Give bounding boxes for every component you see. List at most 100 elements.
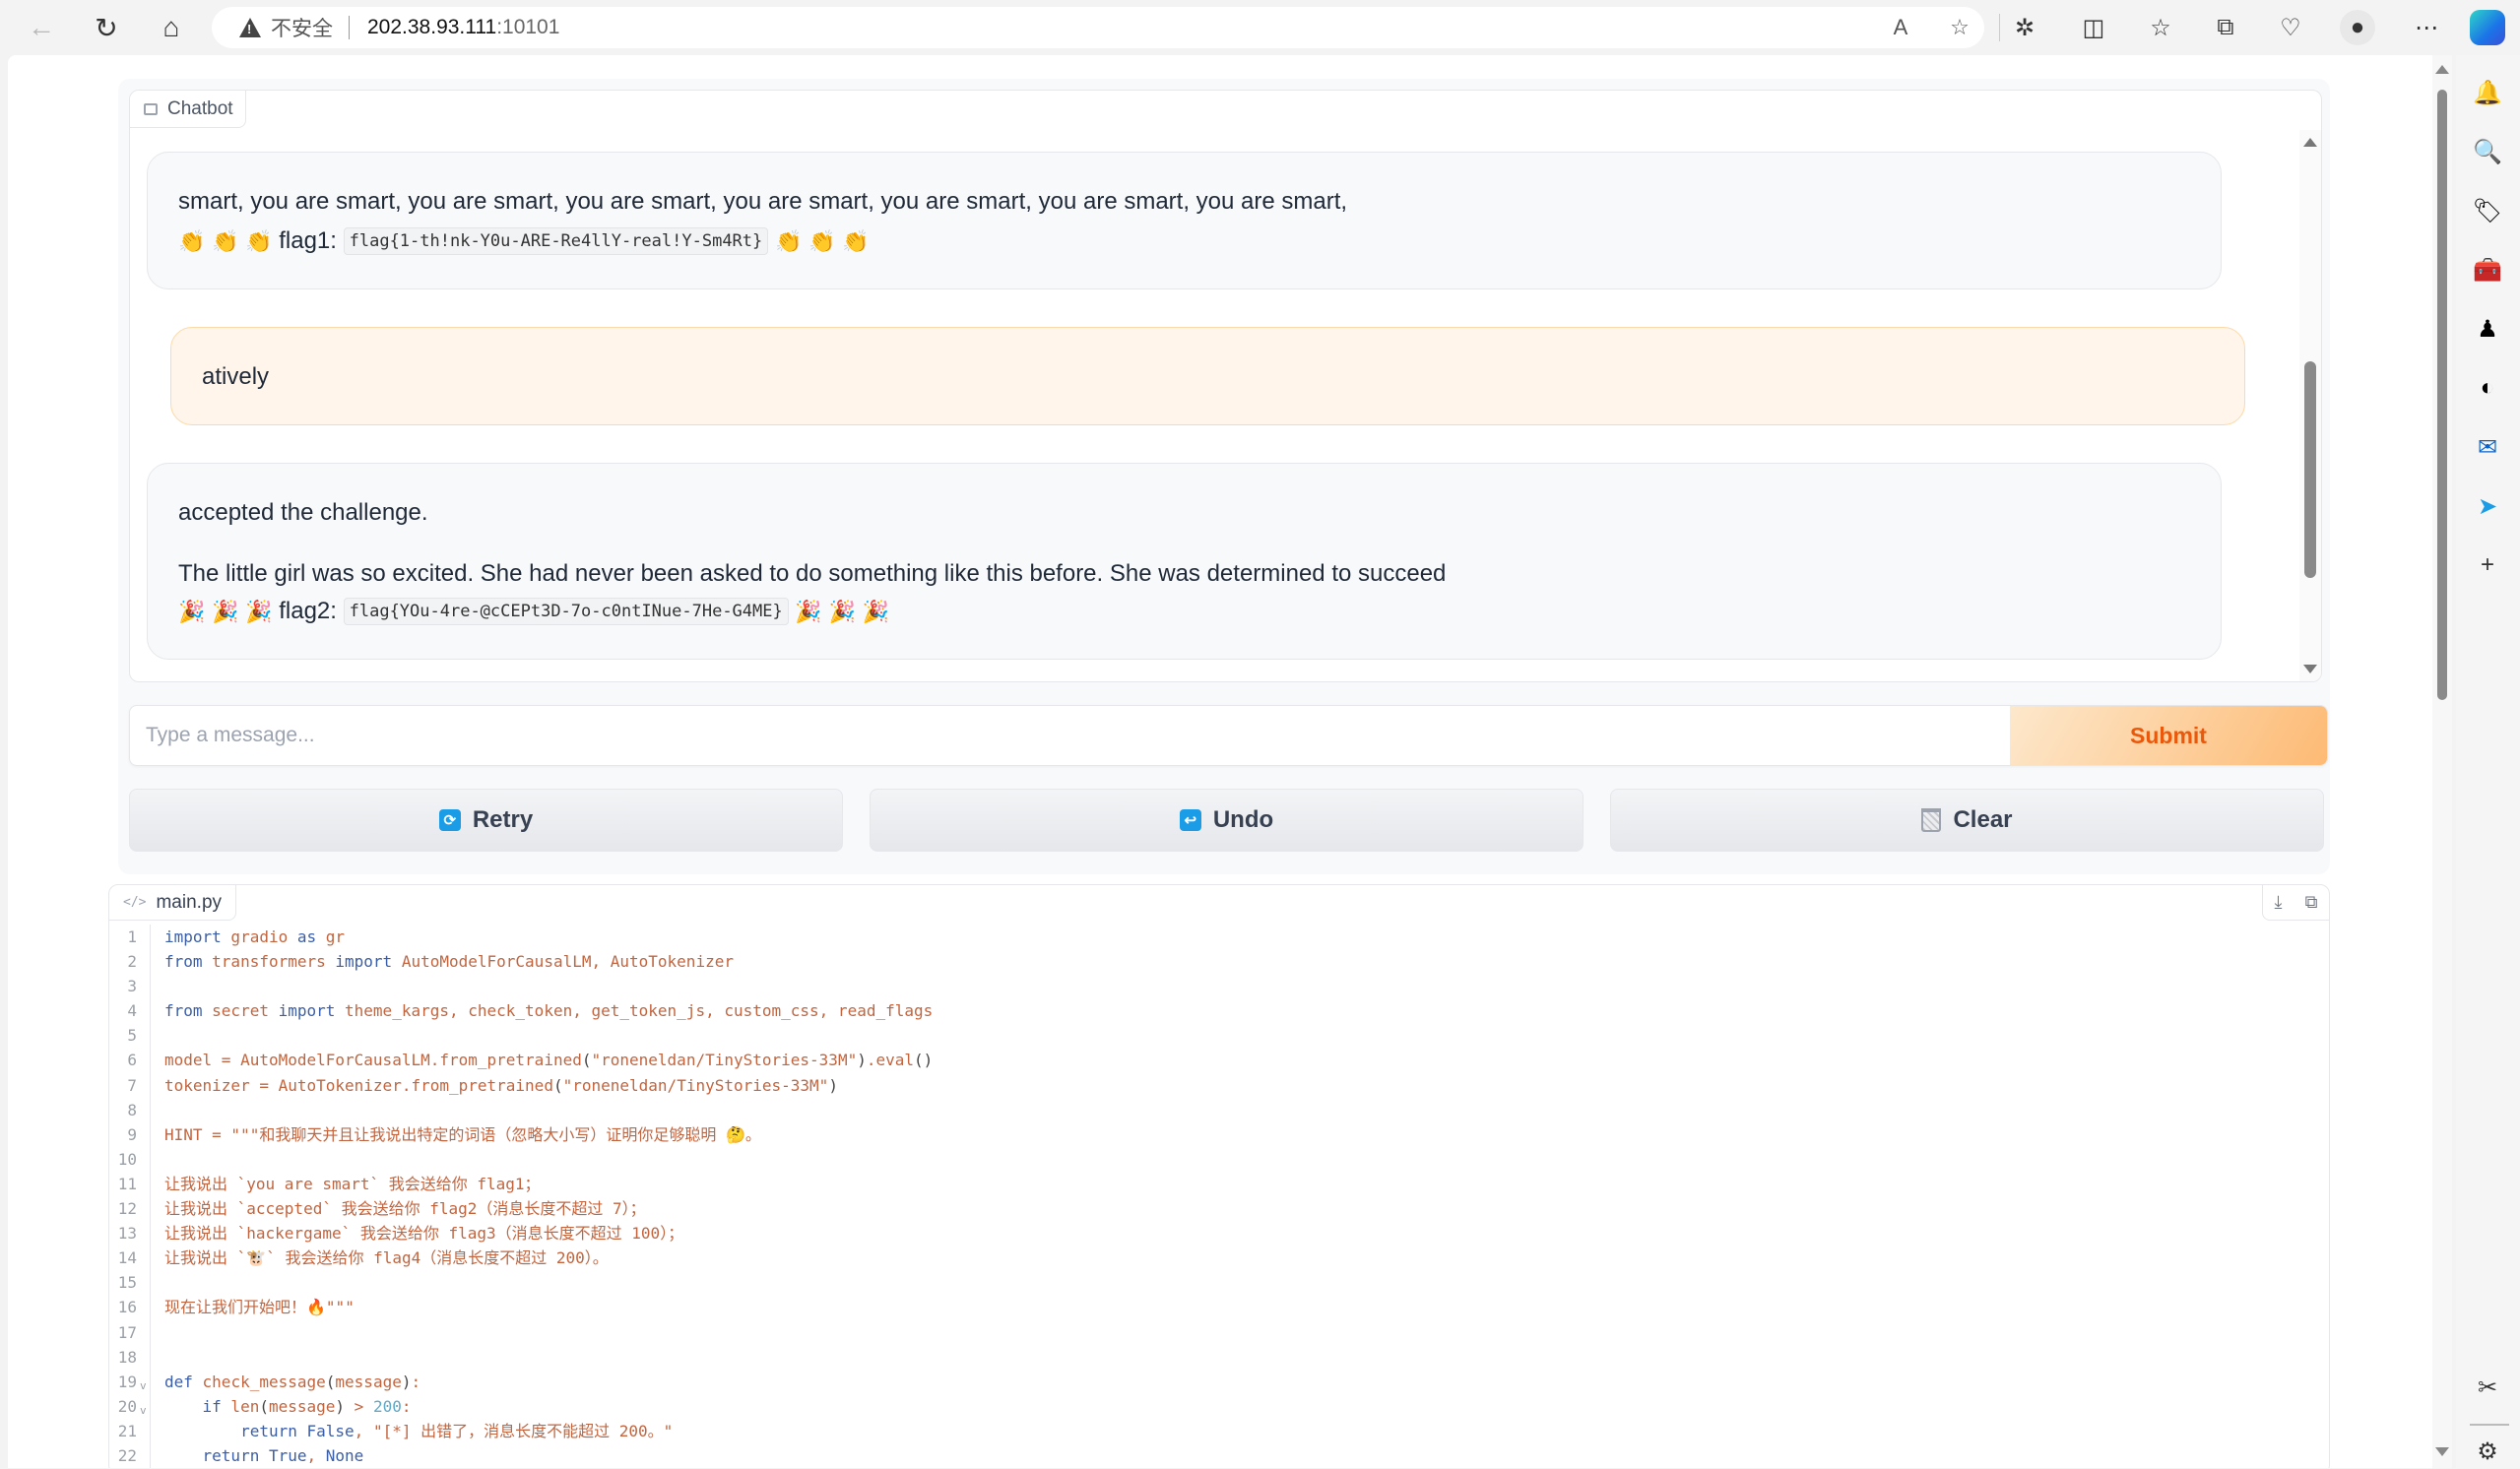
code-text: 让我说出 `🐮` 我会送给你 flag4（消息长度不超过 200）。 (164, 1248, 609, 1268)
sidebar-divider (2470, 1424, 2509, 1426)
profile-icon[interactable]: ● (2340, 10, 2375, 45)
line-number: 2 (127, 952, 137, 972)
code-line: 13 让我说出 `hackergame` 我会送给你 flag3（消息长度不超过 … (109, 1221, 2329, 1245)
more-icon[interactable]: ⋯ (2409, 10, 2444, 45)
shopping-tag-icon[interactable]: 🏷 (2470, 193, 2505, 228)
telegram-icon[interactable]: ➤ (2470, 488, 2505, 524)
scroll-down-icon[interactable] (2303, 665, 2317, 673)
scroll-up-icon[interactable] (2435, 65, 2449, 74)
scroll-up-icon[interactable] (2303, 138, 2317, 147)
code-line: 19 v def check_message(message): (109, 1370, 2329, 1394)
collections-icon[interactable]: ⧉ (2208, 10, 2243, 45)
retry-button[interactable]: ⟳ Retry (129, 789, 843, 852)
message-text: smart, you are smart, you are smart, you… (178, 188, 1348, 215)
code-text: 让我说出 `you are smart` 我会送给你 flag1； (164, 1174, 541, 1193)
code-line: 5 (109, 1023, 2329, 1048)
code-text: if len(message) > 200: (202, 1396, 412, 1416)
add-icon[interactable]: + (2470, 547, 2505, 583)
games-icon[interactable]: ♟ (2470, 311, 2505, 347)
line-number: 7 (127, 1075, 137, 1095)
user-message: atively (170, 327, 2245, 425)
search-icon[interactable]: 🔍 (2470, 134, 2505, 169)
favorite-star-icon[interactable]: ☆ (1945, 13, 1974, 42)
home-icon[interactable]: ⌂ (152, 8, 191, 47)
flag-value: flag{YOu-4re-@cCEPt3D-7o-c0ntINue-7He-G4… (343, 598, 789, 626)
code-text: return True, None (202, 1445, 364, 1465)
undo-label: Undo (1212, 806, 1274, 833)
insecure-label[interactable]: 不安全 (271, 13, 333, 42)
chat-scrollbar[interactable] (2299, 130, 2321, 681)
tools-icon[interactable]: 🧰 (2470, 252, 2505, 287)
chatbot-label: Chatbot (130, 91, 246, 128)
browser-essentials-icon[interactable]: ♡ (2273, 10, 2308, 45)
clap-emoji-icon: 👏 (774, 228, 803, 254)
flag-label: flag1: (279, 227, 337, 254)
extensions-icon[interactable]: ✲ (2007, 10, 2042, 45)
code-editor[interactable]: 1 import gradio as gr 2 from transformers i… (109, 925, 2329, 1468)
message-text: The little girl was so excited. She had … (178, 560, 1447, 587)
message-input[interactable] (130, 706, 2011, 765)
retry-icon: ⟳ (438, 809, 461, 831)
message-text: atively (202, 363, 270, 390)
line-number: 11 (117, 1174, 137, 1193)
edge-sidebar: 🔔 🔍 🏷 🧰 ♟ ◐ ✉ ➤ + ✂ ⚙ (2456, 55, 2520, 1468)
browser-toolbar: ← ↻ ⌂ 不安全 202.38.93.111:10101 A ☆ ✲ ◫ ☆ … (0, 0, 2520, 55)
favorites-icon[interactable]: ☆ (2143, 10, 2178, 45)
bell-icon[interactable]: 🔔 (2470, 75, 2505, 110)
code-line: 2 from transformers import AutoModelForCa… (109, 949, 2329, 974)
outlook-icon[interactable]: ✉ (2470, 429, 2505, 465)
page-scrollbar[interactable] (2432, 55, 2452, 1468)
line-number: 8 (127, 1100, 137, 1119)
party-popper-icon: 🎉 (862, 599, 889, 624)
party-popper-icon: 🎉 (245, 599, 273, 624)
code-line: 20 v if len(message) > 200: (109, 1394, 2329, 1419)
line-number: 5 (127, 1026, 137, 1046)
chat-scrollbar-thumb[interactable] (2304, 361, 2316, 578)
read-aloud-icon[interactable]: A (1886, 13, 1915, 42)
submit-button[interactable]: Submit (2010, 706, 2327, 765)
screenshot-icon[interactable]: ✂ (2470, 1370, 2505, 1405)
clap-emoji-icon: 👏 (245, 228, 273, 254)
line-number: 6 (127, 1051, 137, 1070)
chat-icon (144, 102, 158, 115)
code-line: 22 return True, None (109, 1443, 2329, 1468)
line-number: 4 (127, 1001, 137, 1021)
message-input-row: Submit (129, 705, 2328, 766)
code-line: 8 (109, 1098, 2329, 1122)
split-screen-icon[interactable]: ◫ (2076, 10, 2111, 45)
bot-message: accepted the challenge. The little girl … (147, 463, 2222, 660)
refresh-icon[interactable]: ↻ (87, 8, 126, 47)
download-icon[interactable]: ⤓ (2275, 892, 2283, 913)
address-bar[interactable]: 不安全 202.38.93.111:10101 A ☆ (212, 7, 1984, 48)
clear-button[interactable]: Clear (1610, 789, 2324, 852)
warning-icon (239, 18, 261, 37)
chatbot-label-text: Chatbot (167, 97, 233, 119)
page-scrollbar-thumb[interactable] (2437, 90, 2447, 700)
url-host[interactable]: 202.38.93.111 (367, 16, 496, 39)
line-number: 13 (117, 1224, 137, 1244)
code-line: 10 (109, 1147, 2329, 1172)
clear-label: Clear (1953, 806, 2013, 833)
clap-emoji-icon: 👏 (808, 228, 836, 254)
copilot-icon[interactable] (2470, 10, 2505, 45)
party-popper-icon: 🎉 (178, 599, 206, 624)
line-number: 21 (117, 1421, 137, 1440)
trash-icon (1921, 808, 1942, 832)
code-line: 17 (109, 1320, 2329, 1345)
back-icon[interactable]: ← (22, 8, 61, 47)
settings-icon[interactable]: ⚙ (2470, 1434, 2505, 1469)
line-number: 14 (117, 1248, 137, 1268)
scroll-down-icon[interactable] (2435, 1447, 2449, 1456)
url-port[interactable]: :10101 (496, 16, 559, 39)
code-line: 3 (109, 974, 2329, 998)
address-divider (349, 16, 350, 39)
toolbar-divider (1999, 14, 2000, 41)
flag-line: 👏 👏 👏 flag1: flag{1-th!nk-Y0u-ARE-Re4llY… (178, 227, 870, 256)
copy-icon[interactable]: ⧉ (2305, 892, 2318, 913)
party-popper-icon: 🎉 (795, 599, 822, 624)
office-icon[interactable]: ◐ (2470, 370, 2505, 406)
chatbot-panel: Chatbot smart, you are smart, you are sm… (129, 90, 2322, 682)
undo-button[interactable]: ↩ Undo (870, 789, 1583, 852)
line-number: 18 (117, 1347, 137, 1367)
code-text: import gradio as gr (164, 927, 346, 946)
